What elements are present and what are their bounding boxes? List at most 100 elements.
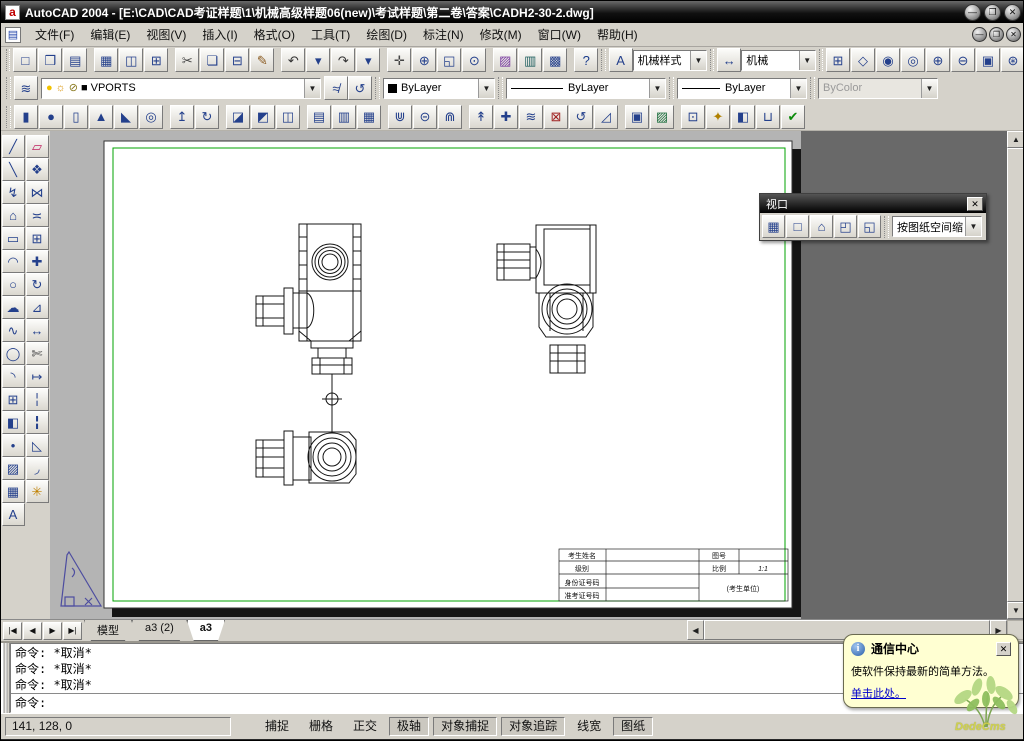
setup-view-button[interactable]: ▥ (332, 104, 356, 129)
layer-lock-icon[interactable]: ⊘ (69, 82, 78, 94)
extrude-faces-button[interactable]: ↟ (469, 104, 493, 129)
chevron-down-icon[interactable]: ▼ (790, 78, 806, 98)
layer-on-icon[interactable]: ● (46, 82, 53, 94)
toolbar-grip[interactable] (6, 77, 11, 99)
osnap-toggle[interactable]: 对象捕捉 (433, 717, 498, 736)
prev-tab-button[interactable]: ◀ (23, 621, 42, 640)
separator-button[interactable] (88, 48, 93, 72)
undo-dropdown-button[interactable]: ▾ (306, 48, 331, 72)
layer-manager-button[interactable]: ≋ (14, 76, 38, 100)
separator-button[interactable] (487, 48, 492, 72)
view-menu[interactable]: 视图(V) (138, 23, 194, 46)
polygonal-viewport-button[interactable]: ⌂ (810, 215, 833, 238)
rotate-button[interactable]: ↻ (25, 273, 49, 296)
separator-button[interactable] (568, 48, 573, 72)
zoom-extents-button[interactable]: ⊛ (1001, 48, 1023, 72)
zoom-window-button[interactable]: ◱ (437, 48, 462, 72)
a3-2-tab[interactable]: a3 (2) (132, 620, 187, 641)
coordinate-readout[interactable]: 141, 128, 0 (5, 717, 231, 736)
extend-button[interactable]: ↦ (25, 365, 49, 388)
separator-button[interactable] (382, 105, 387, 129)
chevron-down-icon[interactable]: ▼ (304, 78, 320, 98)
lineweight-toggle[interactable]: 线宽 (569, 717, 610, 736)
undo-button[interactable]: ↶ (281, 48, 306, 72)
otrack-toggle[interactable]: 对象追踪 (501, 717, 566, 736)
setup-drawing-button[interactable]: ▤ (307, 104, 331, 129)
taper-faces-button[interactable]: ◿ (594, 104, 618, 129)
point-button[interactable]: • (1, 434, 25, 457)
copy-button[interactable]: ❏ (200, 48, 225, 72)
region-button[interactable]: ▦ (1, 480, 25, 503)
intersect-button[interactable]: ⋒ (438, 104, 462, 129)
dimension-menu[interactable]: 标注(N) (415, 23, 472, 46)
chevron-down-icon[interactable]: ▼ (965, 217, 981, 236)
separate-button[interactable]: ◧ (731, 104, 755, 129)
redo-button[interactable]: ↷ (331, 48, 356, 72)
union-button[interactable]: ⋓ (388, 104, 412, 129)
last-tab-button[interactable]: ▶| (63, 621, 82, 640)
plot-preview-button[interactable]: ◫ (119, 48, 144, 72)
toolbar-grip[interactable] (6, 49, 11, 71)
copy-faces-button[interactable]: ▣ (625, 104, 649, 129)
child-close-button[interactable]: ✕ (1006, 27, 1021, 42)
separator-button[interactable] (275, 48, 280, 72)
delete-faces-button[interactable]: ⊠ (544, 104, 568, 129)
move-faces-button[interactable]: ✚ (494, 104, 518, 129)
separator-button[interactable] (169, 48, 174, 72)
close-button[interactable]: ✕ (1004, 3, 1021, 21)
dim-style-button[interactable]: ↔ (717, 48, 742, 72)
separator-button[interactable] (164, 105, 169, 129)
array-button[interactable]: ⊞ (25, 227, 49, 250)
ellipse-arc-button[interactable]: ◝ (1, 365, 25, 388)
shell-button[interactable]: ⊔ (756, 104, 780, 129)
tools-menu[interactable]: 工具(T) (303, 23, 358, 46)
model-tab[interactable]: 模型 (84, 620, 132, 641)
polygon-button[interactable]: ⌂ (1, 204, 25, 227)
torus-button[interactable]: ◎ (139, 104, 163, 129)
drawing-canvas[interactable]: 考生姓名 级别 身份证号码 准考证号码 图号 比例 1:1 (考生单位) 视口 … (50, 131, 1007, 619)
box-button[interactable]: ▮ (14, 104, 38, 129)
chevron-down-icon[interactable]: ▼ (798, 50, 815, 70)
polar-toggle[interactable]: 极轴 (389, 717, 430, 736)
minimize-button[interactable]: — (964, 3, 981, 21)
wedge-button[interactable]: ◣ (114, 104, 138, 129)
zoom-window-button[interactable]: ⊞ (826, 48, 850, 72)
revision-cloud-button[interactable]: ☁ (1, 296, 25, 319)
break-at-point-button[interactable]: ╎ (25, 388, 49, 411)
layer-previous-button[interactable]: ↺ (348, 76, 372, 100)
scroll-up-icon[interactable]: ▲ (1007, 131, 1023, 148)
edit-menu[interactable]: 编辑(E) (82, 23, 138, 46)
polyline-button[interactable]: ↯ (1, 181, 25, 204)
convert-to-viewport-button[interactable]: ◰ (834, 215, 857, 238)
extrude-button[interactable]: ↥ (170, 104, 194, 129)
separator-button[interactable] (463, 105, 468, 129)
restore-button[interactable]: ❐ (984, 3, 1001, 21)
text-style-combo[interactable]: 机械样式 ▼ (632, 49, 707, 71)
cylinder-button[interactable]: ▯ (64, 104, 88, 129)
toolbar-grip[interactable] (6, 105, 11, 128)
toolbar-grip[interactable] (710, 49, 715, 71)
child-restore-button[interactable]: ❐ (989, 27, 1004, 42)
zoom-center-button[interactable]: ◎ (901, 48, 925, 72)
viewports-toolbar-titlebar[interactable]: 视口 ✕ (760, 194, 986, 213)
erase-button[interactable]: ▱ (25, 135, 49, 158)
layer-freeze-icon[interactable]: ☼ (56, 82, 66, 94)
explode-button[interactable]: ✳ (25, 480, 49, 503)
color-combo[interactable]: ByLayer ▼ (383, 77, 495, 99)
first-tab-button[interactable]: |◀ (3, 621, 22, 640)
separator-button[interactable] (619, 105, 624, 129)
open-button[interactable]: ❒ (38, 48, 63, 72)
child-minimize-button[interactable]: — (972, 27, 987, 42)
viewport-scale-combo[interactable]: 按图纸空间缩 ▼ (892, 216, 982, 237)
fillet-button[interactable]: ◞ (25, 457, 49, 480)
modify-menu[interactable]: 修改(M) (472, 23, 530, 46)
arc-button[interactable]: ◠ (1, 250, 25, 273)
setup-profile-button[interactable]: ▦ (357, 104, 381, 129)
interference-button[interactable]: ◫ (276, 104, 300, 129)
chevron-down-icon[interactable]: ▼ (478, 78, 494, 98)
offset-button[interactable]: ≍ (25, 204, 49, 227)
linetype-combo[interactable]: ByLayer ▼ (506, 77, 666, 99)
lineweight-combo[interactable]: ByLayer ▼ (677, 77, 807, 99)
close-icon[interactable]: ✕ (967, 196, 983, 211)
scale-button[interactable]: ⊿ (25, 296, 49, 319)
